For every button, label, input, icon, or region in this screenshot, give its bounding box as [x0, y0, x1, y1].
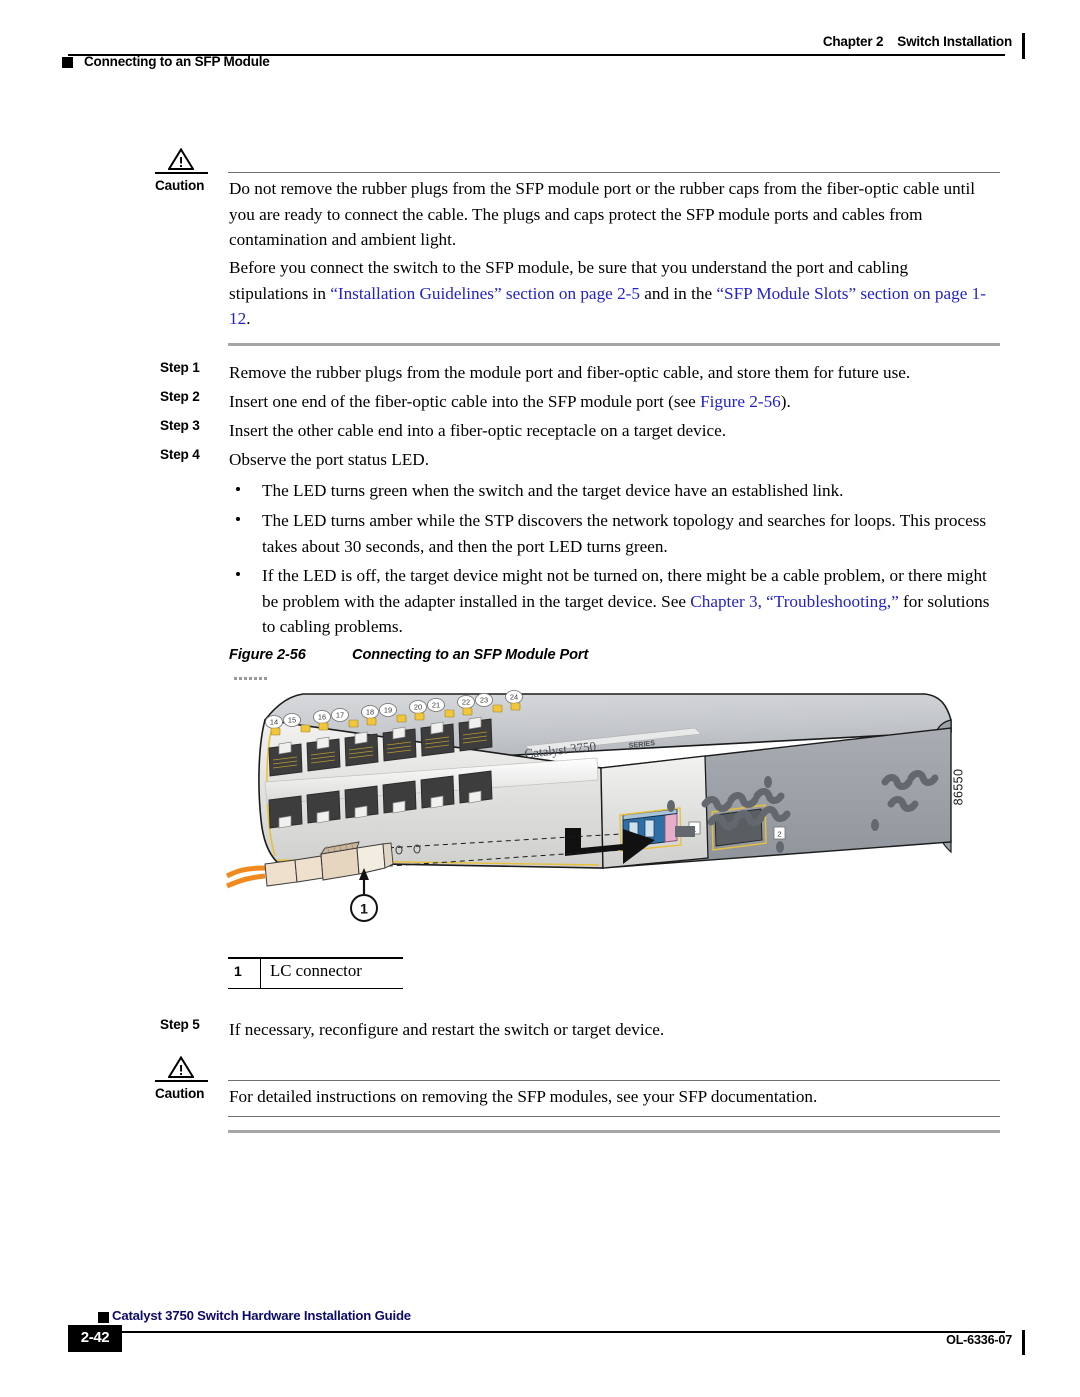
svg-text:17: 17	[336, 711, 344, 720]
legend-rule-bottom	[228, 987, 403, 989]
step-2-text-before: Insert one end of the fiber-optic cable …	[229, 392, 701, 411]
caution-label: Caution	[155, 1086, 205, 1101]
svg-text:15: 15	[288, 716, 296, 725]
caution-rule-top	[228, 1080, 1000, 1082]
link-figure-2-56[interactable]: Figure 2-56	[700, 392, 781, 411]
figure-art-id: 86550	[951, 768, 966, 806]
svg-text:2: 2	[777, 830, 781, 839]
caution-underline	[155, 1080, 208, 1082]
caution-text: For detailed instructions on removing th…	[229, 1087, 818, 1106]
footer-rule	[82, 1331, 1005, 1333]
list-item-text: The LED turns green when the switch and …	[262, 481, 844, 500]
list-item-text: If the LED is off, the target device mig…	[262, 563, 990, 640]
svg-text:1: 1	[360, 901, 368, 917]
caution-underline	[155, 172, 208, 174]
step-1-label: Step 1	[160, 360, 200, 375]
step-1-text: Remove the rubber plugs from the module …	[229, 363, 911, 382]
link-chapter-3-troubleshooting[interactable]: Chapter 3, “Troubleshooting,”	[690, 592, 898, 611]
header-section-title: Connecting to an SFP Module	[84, 54, 270, 69]
caution-rule-top	[228, 172, 1000, 174]
figure-tear-marks	[234, 677, 268, 680]
step-2-text: Insert one end of the fiber-optic cable …	[229, 389, 991, 415]
svg-text:14: 14	[270, 718, 278, 727]
intro-text-part3: .	[246, 309, 251, 329]
figure-number: Figure 2-56	[229, 647, 306, 663]
svg-text:16: 16	[318, 713, 326, 722]
step-4-text: Observe the port status LED.	[229, 450, 429, 469]
svg-text:22: 22	[462, 698, 470, 707]
intro-text-part2: and in the	[640, 283, 717, 303]
intro-paragraph: Before you connect the switch to the SFP…	[229, 255, 991, 332]
caution-text: Do not remove the rubber plugs from the …	[229, 179, 976, 250]
step-2-text-after: ).	[780, 392, 791, 411]
step-5-label: Step 5	[160, 1017, 200, 1032]
footer-bullet-square-icon	[98, 1312, 109, 1323]
legend-text: LC connector	[270, 960, 362, 980]
caution-triangle-icon	[168, 148, 194, 170]
footer-page-number: 2-42	[80, 1329, 110, 1346]
step-4-label: Step 4	[160, 447, 200, 462]
header-chapter-info: Chapter 2 Switch Installation	[823, 34, 1012, 49]
page-footer: Catalyst 3750 Switch Hardware Installati…	[0, 1300, 1080, 1370]
step-3-label: Step 3	[160, 418, 200, 433]
figure-legend-table: 1 LC connector	[228, 957, 403, 989]
bullet-dot-icon	[236, 572, 240, 576]
figure-callout-1: 1	[350, 868, 378, 922]
svg-text:23: 23	[480, 696, 488, 705]
steps-top-rule	[228, 343, 1000, 346]
svg-text:18: 18	[366, 708, 374, 717]
header-chapter-title: Switch Installation	[897, 34, 1012, 49]
list-item-text: The LED turns amber while the STP discov…	[262, 511, 987, 556]
caution-triangle-icon	[168, 1056, 194, 1078]
figure-title: Connecting to an SFP Module Port	[352, 647, 589, 663]
table-row: 1 LC connector	[228, 958, 403, 988]
footer-edge-tick	[1022, 1330, 1025, 1355]
section-end-rule	[228, 1130, 1000, 1133]
figure-caption: Figure 2-56 Connecting to an SFP Module P…	[229, 647, 588, 663]
header-edge-tick	[1022, 33, 1025, 59]
figure-switch-illustration: Catalyst 3750 SERIES 14 15 16 17 18 19 2…	[225, 672, 985, 922]
footer-guide-title: Catalyst 3750 Switch Hardware Installati…	[112, 1308, 411, 1323]
switch-drawing: Catalyst 3750 SERIES 14 15 16 17 18 19 2…	[225, 690, 952, 922]
svg-text:21: 21	[432, 701, 440, 710]
legend-divider	[260, 958, 262, 988]
legend-number: 1	[234, 962, 242, 979]
step-5-text: If necessary, reconfigure and restart th…	[229, 1020, 665, 1039]
svg-text:24: 24	[510, 693, 518, 702]
bullet-dot-icon	[236, 517, 240, 521]
page-header: Chapter 2 Switch Installation Connecting …	[0, 0, 1080, 90]
footer-doc-id: OL-6336-07	[946, 1333, 1012, 1347]
svg-text:20: 20	[414, 703, 422, 712]
step-3-text: Insert the other cable end into a fiber-…	[229, 421, 727, 440]
header-chapter-number: Chapter 2	[822, 34, 884, 49]
bullet-dot-icon	[236, 487, 240, 491]
header-bullet-square-icon	[62, 57, 73, 68]
footer-page-box: 2-42	[68, 1325, 122, 1352]
slot-label-2: 2	[773, 826, 786, 840]
step-2-label: Step 2	[160, 389, 200, 404]
caution-rule-bottom	[228, 1116, 1000, 1118]
svg-text:19: 19	[384, 706, 392, 715]
caution-label: Caution	[155, 178, 205, 193]
link-installation-guidelines[interactable]: “Installation Guidelines” section on pag…	[330, 284, 640, 303]
